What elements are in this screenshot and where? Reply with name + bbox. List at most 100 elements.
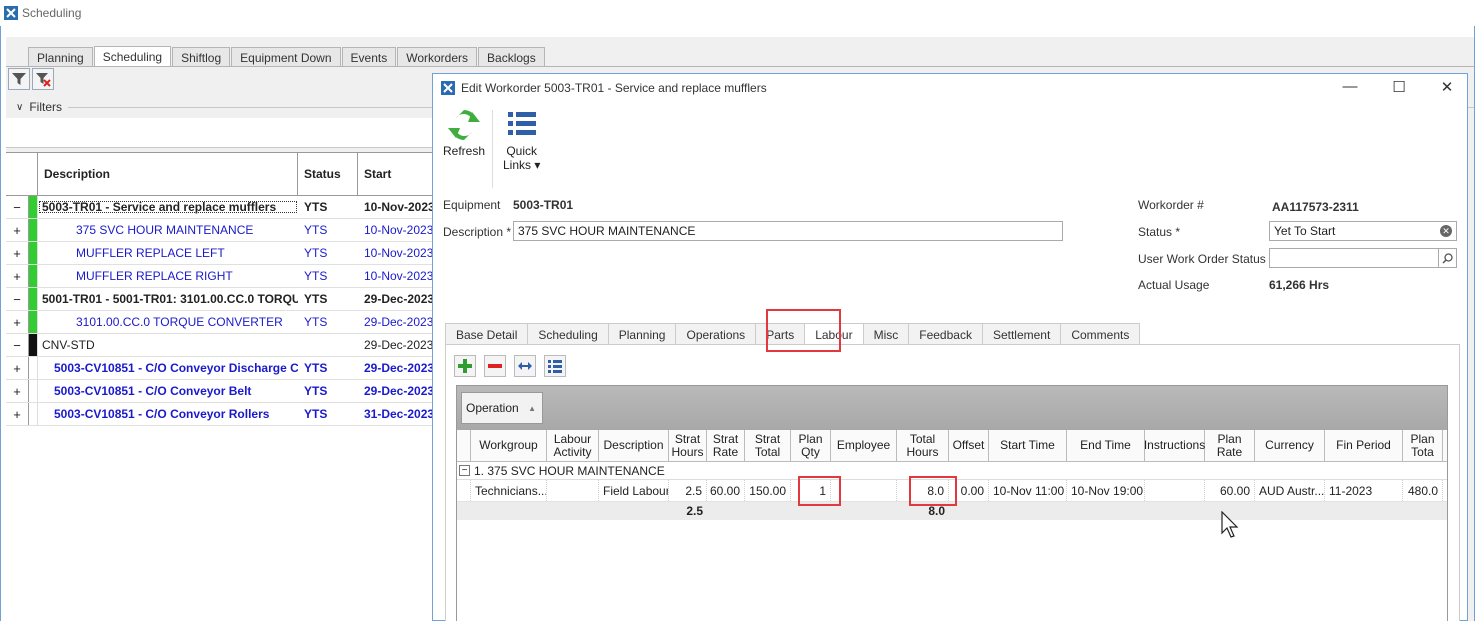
collapse-icon[interactable]: − xyxy=(6,338,28,353)
cell-plan-rate[interactable]: 60.00 xyxy=(1205,480,1255,501)
header-status[interactable]: Status xyxy=(298,153,358,195)
collapse-icon[interactable]: − xyxy=(459,465,470,476)
column-chooser-button[interactable] xyxy=(544,355,566,377)
col-header-total-hours[interactable]: Total Hours xyxy=(897,430,949,461)
schedule-row[interactable]: +3101.00.CC.0 TORQUE CONVERTER YTS 29-Dec-… xyxy=(6,311,432,334)
remove-button[interactable] xyxy=(484,355,506,377)
schedule-row[interactable]: +5003-CV10851 - C/O Conveyor Discharge C… xyxy=(6,357,432,380)
schedule-row[interactable]: +375 SVC HOUR MAINTENANCE YTS 10-Nov-2023 … xyxy=(6,219,432,242)
tab-planning-detail[interactable]: Planning xyxy=(607,323,677,345)
tab-misc[interactable]: Misc xyxy=(862,323,910,345)
maximize-icon[interactable]: ☐ xyxy=(1384,78,1414,96)
col-header-workgroup[interactable]: Workgroup xyxy=(471,430,547,461)
row-description[interactable]: 5003-CV10851 - C/O Conveyor Belt xyxy=(38,384,298,398)
cell-fin-period[interactable]: 11-2023 xyxy=(1325,480,1403,501)
row-description[interactable]: 3101.00.CC.0 TORQUE CONVERTER xyxy=(38,315,298,329)
cell-end-time[interactable]: 10-Nov 19:00 xyxy=(1067,480,1145,501)
cell-strat-rate[interactable]: 60.00 xyxy=(707,480,745,501)
dialog-ribbon: Refresh Quick Links ▾ xyxy=(433,102,1467,194)
schedule-row[interactable]: + MUFFLER REPLACE RIGHT YTS 10-Nov-2023 1 xyxy=(6,265,432,288)
col-header-description[interactable]: Description xyxy=(599,430,669,461)
status-field[interactable]: Yet To Start ✕ xyxy=(1269,221,1457,241)
equipment-label: Equipment xyxy=(443,198,501,212)
collapse-icon[interactable]: − xyxy=(6,200,28,215)
cell-instructions[interactable] xyxy=(1145,480,1205,501)
cell-description[interactable]: Field Labour xyxy=(599,480,669,501)
col-header-currency[interactable]: Currency xyxy=(1255,430,1325,461)
tab-scheduling-detail[interactable]: Scheduling xyxy=(527,323,609,345)
col-header-plan-rate[interactable]: Plan Rate xyxy=(1205,430,1255,461)
cell-plan-tota[interactable]: 480.0 xyxy=(1403,480,1443,501)
col-header-instructions[interactable]: Instructions xyxy=(1144,430,1205,461)
header-start[interactable]: Start xyxy=(358,153,432,195)
tab-equipment-down[interactable]: Equipment Down xyxy=(231,47,341,67)
tab-feedback[interactable]: Feedback xyxy=(908,323,983,345)
col-header-strat-hours[interactable]: Strat Hours xyxy=(669,430,707,461)
col-header-strat-total[interactable]: Strat Total xyxy=(745,430,791,461)
expand-icon[interactable]: + xyxy=(6,223,28,238)
col-header-labour-activity[interactable]: Labour Activity xyxy=(547,430,599,461)
schedule-row[interactable]: +5003-CV10851 - C/O Conveyor Belt YTS 29-D… xyxy=(6,380,432,403)
schedule-row[interactable]: +5003-CV10851 - C/O Conveyor Rollers YTS 3… xyxy=(6,403,432,426)
row-description[interactable]: 5001-TR01 - 5001-TR01: 3101.00.CC.0 TORQ… xyxy=(38,292,298,306)
tab-workorders[interactable]: Workorders xyxy=(397,47,478,67)
expand-icon[interactable]: + xyxy=(6,361,28,376)
header-description[interactable]: Description xyxy=(38,153,298,195)
tab-settlement[interactable]: Settlement xyxy=(981,323,1062,345)
refresh-button[interactable]: Refresh xyxy=(443,106,485,158)
schedule-row[interactable]: −5001-TR01 - 5001-TR01: 3101.00.CC.0 TOR… xyxy=(6,288,432,311)
col-header-end-time[interactable]: End Time xyxy=(1067,430,1145,461)
add-button[interactable] xyxy=(454,355,476,377)
expand-icon[interactable]: + xyxy=(6,407,28,422)
cell-start-time[interactable]: 10-Nov 11:00 xyxy=(989,480,1067,501)
quick-links-button[interactable]: Quick Links ▾ xyxy=(503,106,540,172)
col-header-plan-qty[interactable]: Plan Qty xyxy=(791,430,831,461)
col-header-employee[interactable]: Employee xyxy=(831,430,897,461)
group-by-chip[interactable]: Operation ▲ xyxy=(461,392,543,424)
schedule-row[interactable]: −5003-TR01 - Service and replace muffler… xyxy=(6,196,432,219)
tab-events[interactable]: Events xyxy=(341,47,397,67)
clear-filter-button[interactable] xyxy=(32,68,54,90)
cell-workgroup[interactable]: Technicians... xyxy=(471,480,547,501)
cell-strat-hours[interactable]: 2.5 xyxy=(669,480,707,501)
user-status-field[interactable] xyxy=(1269,248,1457,268)
schedule-row[interactable]: −CNV-STD 29-Dec-2023 0 xyxy=(6,334,432,357)
expand-icon[interactable]: + xyxy=(6,384,28,399)
tab-comments[interactable]: Comments xyxy=(1060,323,1141,345)
col-header-offset[interactable]: Offset xyxy=(949,430,989,461)
expand-icon[interactable]: + xyxy=(6,269,28,284)
cell-currency[interactable]: AUD Austr... xyxy=(1255,480,1325,501)
row-description[interactable]: CNV-STD xyxy=(38,338,298,352)
row-start: 29-Dec-2023 0 xyxy=(364,338,432,352)
row-description[interactable]: MUFFLER REPLACE RIGHT xyxy=(38,269,298,283)
col-header-fin-period[interactable]: Fin Period xyxy=(1325,430,1403,461)
row-description[interactable]: 5003-TR01 - Service and replace mufflers xyxy=(38,200,298,214)
tab-operations[interactable]: Operations xyxy=(675,323,757,345)
expand-icon[interactable]: + xyxy=(6,315,28,330)
schedule-row[interactable]: + MUFFLER REPLACE LEFT YTS 10-Nov-2023 1 xyxy=(6,242,432,265)
tab-shiftlog[interactable]: Shiftlog xyxy=(172,47,231,67)
row-description[interactable]: 5003-CV10851 - C/O Conveyor Discharge Ch… xyxy=(38,361,298,375)
resize-columns-button[interactable] xyxy=(514,355,536,377)
description-field[interactable]: 375 SVC HOUR MAINTENANCE xyxy=(513,221,1063,241)
row-description[interactable]: 375 SVC HOUR MAINTENANCE xyxy=(38,223,298,237)
filter-button[interactable] xyxy=(8,68,30,90)
cell-labour-activity[interactable] xyxy=(547,480,599,501)
col-header-strat-rate[interactable]: Strat Rate xyxy=(707,430,745,461)
tab-scheduling[interactable]: Scheduling xyxy=(93,46,172,67)
close-icon[interactable]: ✕ xyxy=(1432,78,1462,96)
minimize-icon[interactable]: — xyxy=(1335,78,1365,95)
tab-planning[interactable]: Planning xyxy=(28,47,93,67)
chevron-down-icon[interactable]: ∨ xyxy=(16,102,23,113)
collapse-icon[interactable]: − xyxy=(6,292,28,307)
cell-strat-total[interactable]: 150.00 xyxy=(745,480,791,501)
tab-base-detail[interactable]: Base Detail xyxy=(445,323,529,345)
row-description[interactable]: 5003-CV10851 - C/O Conveyor Rollers xyxy=(38,407,298,421)
clear-icon[interactable]: ✕ xyxy=(1440,225,1452,237)
expand-icon[interactable]: + xyxy=(6,246,28,261)
tab-backlogs[interactable]: Backlogs xyxy=(478,47,545,67)
row-description[interactable]: MUFFLER REPLACE LEFT xyxy=(38,246,298,260)
search-icon[interactable] xyxy=(1438,249,1456,267)
col-header-start-time[interactable]: Start Time xyxy=(989,430,1067,461)
col-header-plan-tota[interactable]: Plan Tota xyxy=(1403,430,1443,461)
